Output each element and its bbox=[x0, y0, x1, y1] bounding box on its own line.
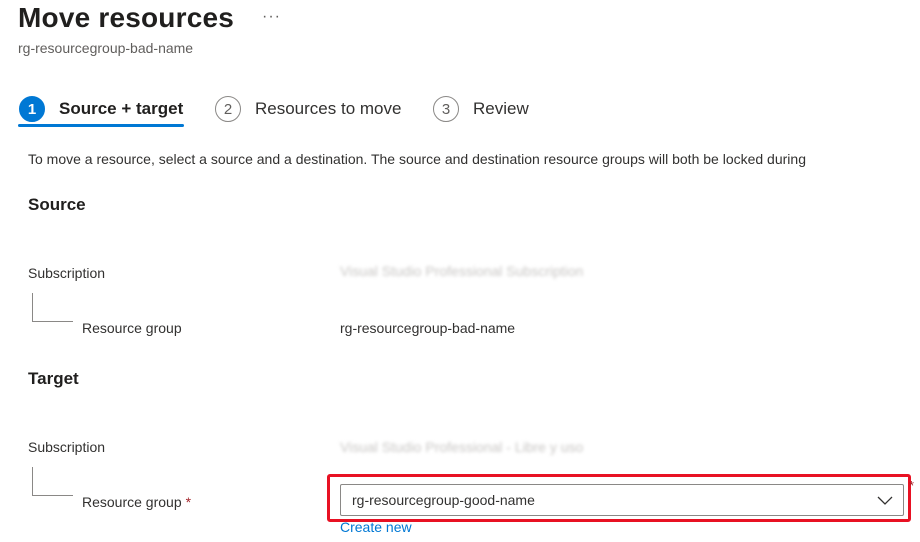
required-mark: * bbox=[185, 494, 192, 510]
move-description: To move a resource, select a source and … bbox=[28, 151, 806, 167]
chevron-down-icon bbox=[877, 496, 893, 505]
step-label: Source + target bbox=[59, 99, 184, 118]
source-subscription-label: Subscription bbox=[28, 265, 106, 281]
page-subtitle: rg-resourcegroup-bad-name bbox=[18, 40, 194, 56]
target-subscription-value[interactable]: Visual Studio Professional - Libre y uso bbox=[340, 439, 583, 455]
source-resource-group-label: Resource group bbox=[82, 320, 182, 336]
step-number-badge: 3 bbox=[433, 96, 459, 122]
step-resources-to-move[interactable]: 2 Resources to move bbox=[215, 92, 401, 126]
step-label: Resources to move bbox=[255, 99, 402, 118]
target-resource-group-label: Resource group * bbox=[82, 494, 191, 510]
target-resource-group-dropdown[interactable]: rg-resourcegroup-good-name bbox=[340, 484, 904, 516]
step-number-badge: 1 bbox=[19, 96, 45, 122]
step-label: Review bbox=[473, 99, 529, 118]
target-subscription-label: Subscription bbox=[28, 439, 106, 455]
target-resource-group-label-text: Resource group bbox=[82, 494, 182, 510]
tree-connector bbox=[32, 467, 73, 496]
source-subscription-value: Visual Studio Professional Subscription bbox=[340, 263, 584, 279]
tree-connector bbox=[32, 293, 73, 322]
source-resource-group-value: rg-resourcegroup-bad-name bbox=[340, 320, 516, 336]
source-heading: Source bbox=[28, 195, 86, 214]
step-review[interactable]: 3 Review bbox=[433, 92, 529, 126]
move-resources-page: Move resources ··· rg-resourcegroup-bad-… bbox=[0, 0, 920, 542]
active-step-indicator bbox=[18, 124, 184, 127]
create-new-link[interactable]: Create new bbox=[340, 519, 412, 535]
required-mark: * bbox=[909, 478, 915, 493]
dropdown-selected-value: rg-resourcegroup-good-name bbox=[352, 492, 535, 508]
ellipsis-icon[interactable]: ··· bbox=[262, 8, 281, 26]
step-number-badge: 2 bbox=[215, 96, 241, 122]
page-title: Move resources bbox=[18, 2, 235, 33]
step-source-target[interactable]: 1 Source + target bbox=[19, 92, 183, 126]
target-heading: Target bbox=[28, 369, 79, 388]
